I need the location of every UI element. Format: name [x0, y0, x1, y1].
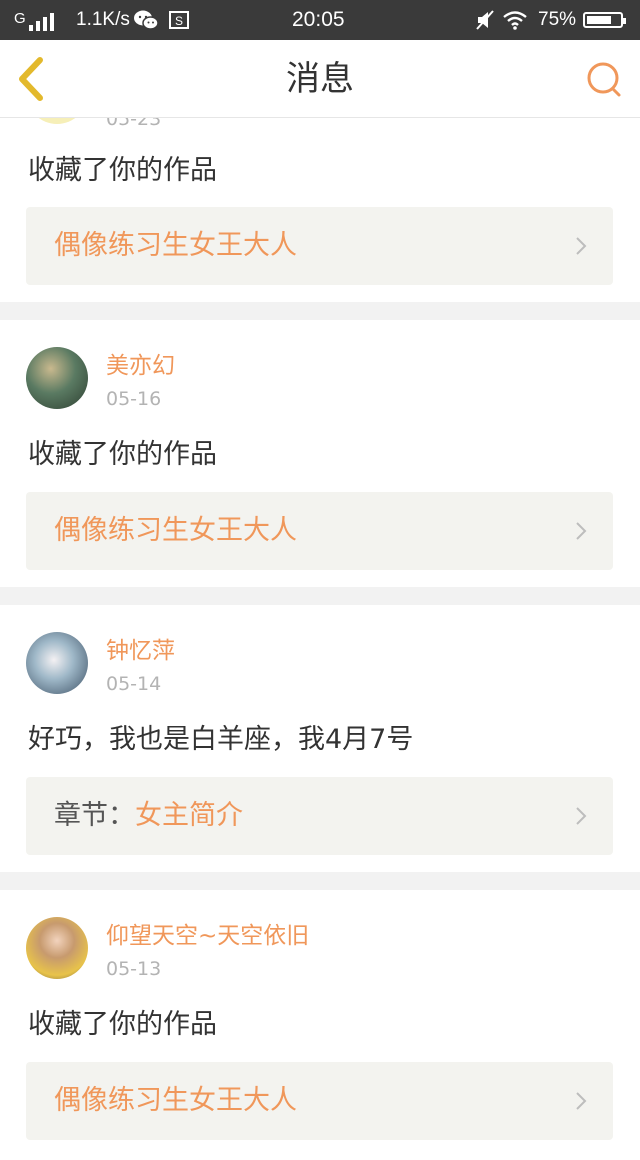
search-icon	[587, 62, 621, 97]
network-type: G	[14, 10, 26, 27]
battery-icon	[583, 12, 626, 28]
message-list: 05-23 收藏了你的作品 偶像练习生女王大人 美亦幻 05-16 收藏了你的作…	[0, 62, 640, 1160]
wifi-icon	[503, 11, 527, 30]
wechat-icon	[134, 10, 159, 30]
avatar[interactable]	[26, 632, 88, 694]
message-date: 05-16	[106, 388, 162, 410]
message-date: 05-13	[106, 958, 162, 980]
battery-fill	[587, 16, 611, 24]
message-text: 好巧，我也是白羊座，我4月7号	[28, 724, 414, 755]
avatar[interactable]	[26, 917, 88, 979]
chevron-right-icon	[576, 807, 587, 825]
divider	[0, 302, 640, 320]
search-button[interactable]	[582, 58, 626, 102]
message-item: 05-23 收藏了你的作品 偶像练习生女王大人	[0, 62, 640, 302]
status-bar: G 1.1K/s S 20:05 75%	[0, 0, 640, 40]
work-title: 偶像练习生女王大人	[54, 1085, 297, 1116]
work-link[interactable]: 偶像练习生女王大人	[26, 492, 613, 570]
username[interactable]: 钟忆萍	[106, 637, 175, 665]
chevron-right-icon	[576, 237, 587, 255]
status-time: 20:05	[292, 8, 345, 31]
divider	[0, 587, 640, 605]
network-speed: 1.1K/s	[76, 9, 130, 30]
work-title: 偶像练习生女王大人	[54, 515, 297, 546]
chevron-left-icon	[19, 57, 43, 101]
work-title: 偶像练习生女王大人	[54, 230, 297, 261]
message-text: 收藏了你的作品	[28, 439, 217, 470]
message-item: 钟忆萍 05-14 好巧，我也是白羊座，我4月7号 章节：女主简介	[0, 605, 640, 872]
battery-percent: 75%	[538, 9, 577, 30]
chapter-name: 女主简介	[135, 800, 243, 831]
message-text: 收藏了你的作品	[28, 1009, 217, 1040]
back-button[interactable]	[10, 54, 58, 104]
chapter-prefix: 章节：	[54, 800, 135, 831]
avatar[interactable]	[26, 347, 88, 409]
divider	[0, 872, 640, 890]
mute-icon	[476, 10, 494, 30]
message-date: 05-14	[106, 673, 162, 695]
page-title: 消息	[286, 59, 354, 99]
chevron-right-icon	[576, 1092, 587, 1110]
svg-text:S: S	[175, 14, 183, 28]
chapter-title: 章节：女主简介	[54, 777, 243, 855]
nav-bar: 消息	[0, 40, 640, 118]
username[interactable]: 美亦幻	[106, 352, 175, 380]
work-link[interactable]: 偶像练习生女王大人	[26, 207, 613, 285]
message-item: 仰望天空~天空依旧 05-13 收藏了你的作品 偶像练习生女王大人	[0, 890, 640, 1160]
chapter-link[interactable]: 章节：女主简介	[26, 777, 613, 855]
username[interactable]: 仰望天空~天空依旧	[106, 922, 309, 950]
chevron-right-icon	[576, 522, 587, 540]
work-link[interactable]: 偶像练习生女王大人	[26, 1062, 613, 1140]
message-text: 收藏了你的作品	[28, 155, 217, 186]
message-item: 美亦幻 05-16 收藏了你的作品 偶像练习生女王大人	[0, 320, 640, 587]
screenshot-icon: S	[169, 11, 189, 29]
signal-icon: G	[14, 10, 65, 31]
